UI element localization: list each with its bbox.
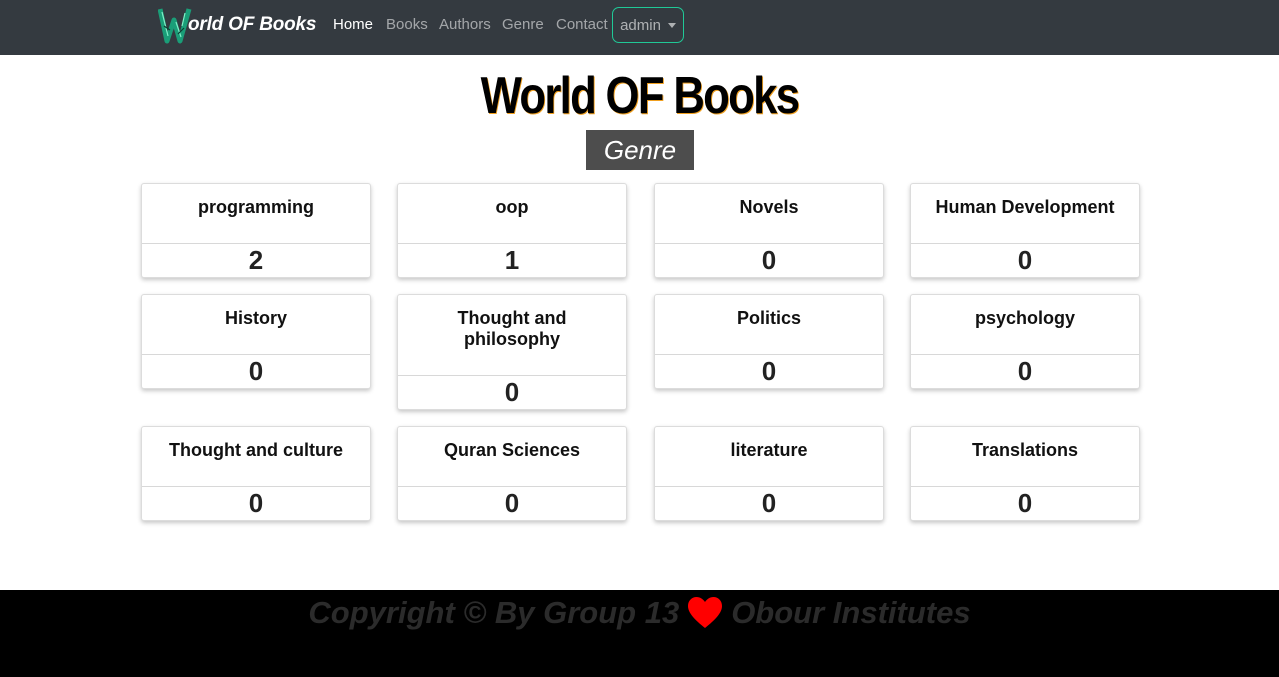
section-label: Genre — [586, 130, 694, 170]
genre-card[interactable]: programming 2 — [141, 183, 371, 278]
genre-name: Thought and philosophy — [398, 295, 626, 376]
genre-card[interactable]: Translations 0 — [910, 426, 1140, 521]
genre-card[interactable]: History 0 — [141, 294, 371, 389]
brand-logo[interactable]: orld OF Books — [158, 6, 316, 44]
genre-name: Novels — [655, 184, 883, 244]
genre-book-count: 0 — [761, 245, 777, 275]
genre-book-count: 0 — [1017, 356, 1033, 386]
user-menu-label: admin — [620, 16, 661, 34]
genre-book-count: 2 — [248, 245, 264, 275]
genre-book-count: 0 — [504, 488, 520, 518]
user-menu-dropdown[interactable]: admin — [612, 7, 684, 43]
genre-name: programming — [142, 184, 370, 244]
genre-card[interactable]: Thought and culture 0 — [141, 426, 371, 521]
genre-book-count: 0 — [761, 488, 777, 518]
nav-link-authors[interactable]: Authors — [439, 16, 491, 33]
genre-name: Politics — [655, 295, 883, 355]
page-title: World OF Books — [480, 67, 801, 125]
genre-book-count: 0 — [1017, 245, 1033, 275]
brand-text: orld OF Books — [188, 14, 317, 35]
genre-name: literature — [655, 427, 883, 487]
genre-card[interactable]: oop 1 — [397, 183, 627, 278]
genre-name: Translations — [911, 427, 1139, 487]
genre-card[interactable]: Human Development 0 — [910, 183, 1140, 278]
genre-card[interactable]: Novels 0 — [654, 183, 884, 278]
genre-book-count: 0 — [1017, 488, 1033, 518]
genre-book-count: 0 — [248, 488, 264, 518]
genre-name: psychology — [911, 295, 1139, 355]
genre-name: oop — [398, 184, 626, 244]
genre-card[interactable]: psychology 0 — [910, 294, 1140, 389]
genre-book-count: 0 — [761, 356, 777, 386]
genre-name: History — [142, 295, 370, 355]
nav-link-genre[interactable]: Genre — [502, 16, 544, 33]
genre-book-count: 1 — [504, 245, 520, 275]
chevron-down-icon — [667, 23, 676, 28]
genre-card[interactable]: literature 0 — [654, 426, 884, 521]
genre-card[interactable]: Quran Sciences 0 — [397, 426, 627, 521]
copyright-prefix: Copyright © By Group 13 — [308, 595, 680, 630]
genre-card[interactable]: Politics 0 — [654, 294, 884, 389]
brand-w-logo-icon — [158, 8, 192, 44]
nav-link-books[interactable]: Books — [386, 16, 428, 33]
genre-name: Thought and culture — [142, 427, 370, 487]
copyright-suffix: Obour Institutes — [731, 595, 971, 630]
copyright-text: Copyright © By Group 13 Obour Institutes — [0, 595, 1279, 631]
heart-icon — [688, 597, 723, 628]
genre-card[interactable]: Thought and philosophy 0 — [397, 294, 627, 410]
footer: Copyright © By Group 13 Obour Institutes — [0, 590, 1279, 677]
genre-name: Quran Sciences — [398, 427, 626, 487]
genre-name: Human Development — [911, 184, 1139, 244]
nav-link-contact[interactable]: Contact — [556, 16, 608, 33]
genre-book-count: 0 — [504, 377, 520, 407]
genre-book-count: 0 — [248, 356, 264, 386]
nav-link-home[interactable]: Home — [333, 16, 373, 33]
navbar: orld OF Books Home Books Authors Genre C… — [0, 0, 1279, 55]
